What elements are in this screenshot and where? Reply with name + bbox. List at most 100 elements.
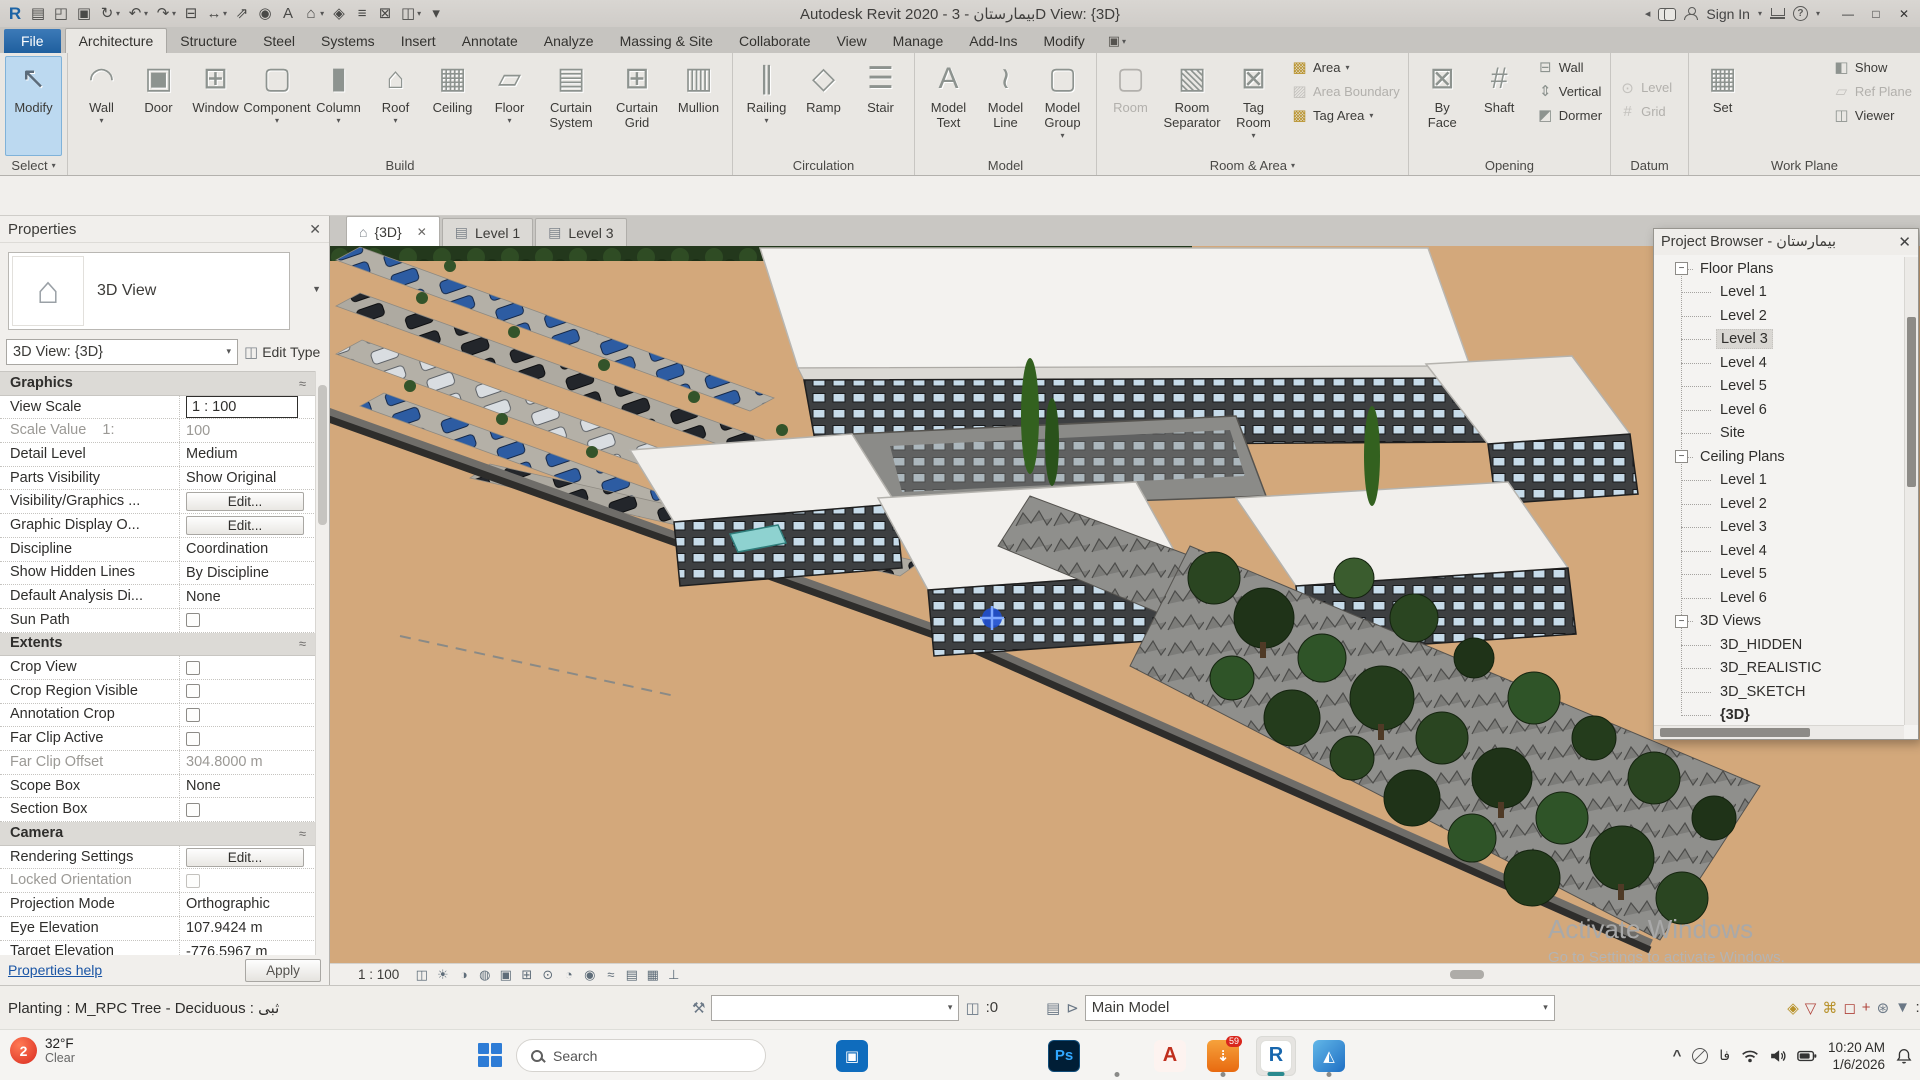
help-icon[interactable]: ? bbox=[1793, 6, 1808, 21]
collapse-search-icon[interactable]: ◂ bbox=[1645, 7, 1651, 20]
notification-bell-icon[interactable] bbox=[1896, 1048, 1912, 1064]
floor-button[interactable]: ▱ Floor ▾ bbox=[481, 56, 538, 156]
property-row[interactable]: Section Box bbox=[0, 798, 316, 822]
modify-button[interactable]: ↖ Modify ▾ bbox=[5, 56, 62, 156]
constraints-icon[interactable]: ⊥ bbox=[663, 966, 684, 984]
component-button[interactable]: ▢ Component ▾ bbox=[244, 56, 310, 156]
properties-close-icon[interactable]: ✕ bbox=[309, 221, 321, 238]
dormer-button[interactable]: ◩ Dormer ▾ bbox=[1533, 104, 1606, 126]
browser-hscrollbar[interactable] bbox=[1654, 725, 1904, 739]
tag-area-button[interactable]: ▩ Tag Area ▾ bbox=[1287, 104, 1404, 126]
tab-architecture[interactable]: Architecture bbox=[65, 28, 168, 53]
item-cp-level-4[interactable]: − Level 4 bbox=[1654, 539, 1904, 563]
select-underlay-icon[interactable]: ▽ bbox=[1805, 999, 1817, 1017]
viewer-button[interactable]: ◫ Viewer ▾ bbox=[1829, 104, 1916, 126]
wifi-icon[interactable] bbox=[1741, 1049, 1759, 1063]
search-icon[interactable] bbox=[1658, 8, 1676, 20]
close-view-icon[interactable]: ✕ bbox=[417, 225, 427, 239]
item-cp-level-6[interactable]: − Level 6 bbox=[1654, 586, 1904, 610]
aligned-dimension-icon[interactable]: ⇗ ▾ bbox=[231, 4, 253, 24]
tab-modify[interactable]: Modify bbox=[1031, 29, 1098, 53]
hidden-icons-chevron[interactable]: ^ bbox=[1673, 1047, 1682, 1064]
grid-button[interactable]: # Grid ▾ bbox=[1615, 101, 1684, 122]
checkbox[interactable] bbox=[186, 732, 200, 746]
chrome-icon[interactable] bbox=[885, 1036, 925, 1076]
select-by-face-icon[interactable]: ◻ bbox=[1843, 999, 1855, 1017]
battery-icon[interactable] bbox=[1797, 1050, 1817, 1062]
wall-opening-button[interactable]: ⊟ Wall ▾ bbox=[1533, 56, 1606, 78]
tab-collaborate[interactable]: Collaborate bbox=[726, 29, 824, 53]
account-icon[interactable] bbox=[1684, 7, 1698, 20]
start-button[interactable] bbox=[478, 1043, 503, 1068]
node-floor-plans[interactable]: − Floor Plans bbox=[1654, 257, 1904, 281]
default-3d-view-icon[interactable]: ⌂ ▾ bbox=[300, 4, 327, 24]
collapse-icon[interactable]: − bbox=[1675, 262, 1688, 275]
type-selector[interactable]: ⌂ 3D View bbox=[8, 252, 290, 330]
properties-scrollbar[interactable] bbox=[315, 371, 329, 955]
maximize-button[interactable]: □ bbox=[1862, 1, 1890, 26]
volume-icon[interactable] bbox=[1770, 1049, 1786, 1063]
tab-manage[interactable]: Manage bbox=[880, 29, 957, 53]
design-options-icon[interactable]: ▤ bbox=[1046, 999, 1060, 1017]
microsoft-store-icon[interactable]: ▣ bbox=[832, 1036, 872, 1076]
property-row[interactable]: View Scale 1 : 100 1 : 100 bbox=[0, 396, 316, 420]
property-row[interactable]: Locked Orientation bbox=[0, 869, 316, 893]
checkbox[interactable] bbox=[186, 661, 200, 675]
crop-view-icon[interactable]: ▣ bbox=[495, 966, 516, 984]
node-3d-views[interactable]: − 3D Views bbox=[1654, 610, 1904, 634]
level-button[interactable]: ⊙ Level ▾ bbox=[1615, 77, 1684, 99]
section-icon[interactable]: ◈ ▾ bbox=[328, 4, 350, 24]
text-icon[interactable]: A ▾ bbox=[277, 4, 299, 24]
revit-taskbar-icon[interactable]: R bbox=[1256, 1036, 1296, 1076]
shadows-icon[interactable]: ◑ bbox=[453, 966, 474, 984]
checkbox[interactable] bbox=[186, 708, 200, 722]
active-workset-combo[interactable]: ▾ bbox=[711, 995, 959, 1021]
property-row[interactable]: Crop View bbox=[0, 656, 316, 680]
type-selector-dropdown-icon[interactable]: ▼ bbox=[312, 284, 321, 294]
collapse-icon[interactable]: − bbox=[1675, 615, 1688, 628]
tab-annotate[interactable]: Annotate bbox=[449, 29, 531, 53]
checkbox[interactable] bbox=[186, 684, 200, 698]
model-line-button[interactable]: ≀ Model Line ▾ bbox=[977, 56, 1034, 156]
browser-vscrollbar[interactable] bbox=[1904, 257, 1918, 725]
tab-addins[interactable]: Add-Ins bbox=[956, 29, 1030, 53]
property-row[interactable]: Show Hidden Lines By Discipline By Disci… bbox=[0, 562, 316, 586]
property-row[interactable]: Rendering Settings Edit... Edit... bbox=[0, 846, 316, 870]
property-row[interactable]: Target Elevation -776.5967 m -776.5967 m bbox=[0, 941, 316, 956]
undo-icon[interactable]: ↶ ▾ bbox=[124, 4, 151, 24]
apply-button[interactable]: Apply bbox=[245, 959, 321, 982]
visual-style-icon[interactable]: ◫ bbox=[411, 966, 432, 984]
item-3d-sketch[interactable]: − 3D_SKETCH bbox=[1654, 680, 1904, 704]
room-separator-button[interactable]: ▧ Room Separator ▾ bbox=[1159, 56, 1225, 156]
worksharing-display-icon[interactable]: ≈ bbox=[600, 966, 621, 984]
property-row[interactable]: Far Clip Offset 304.8000 m 304.8000 m bbox=[0, 751, 316, 775]
checkbox[interactable] bbox=[186, 874, 200, 888]
property-row[interactable]: Far Clip Active bbox=[0, 727, 316, 751]
tab-insert[interactable]: Insert bbox=[388, 29, 449, 53]
customize-qat-icon[interactable]: ▾ ▾ bbox=[425, 4, 447, 24]
node-ceiling-plans[interactable]: − Ceiling Plans bbox=[1654, 445, 1904, 469]
property-row[interactable]: Default Analysis Di... None None bbox=[0, 585, 316, 609]
canvas-hscrollbar[interactable] bbox=[690, 968, 1916, 982]
sun-path-icon[interactable]: ☀ bbox=[432, 966, 453, 984]
item-cp-level-3[interactable]: − Level 3 bbox=[1654, 516, 1904, 540]
edge-icon[interactable] bbox=[991, 1036, 1031, 1076]
room-button[interactable]: ▢ Room ▾ bbox=[1102, 56, 1159, 156]
property-row[interactable]: Visibility/Graphics ... Edit... Edit... bbox=[0, 490, 316, 514]
do-not-disturb-icon[interactable] bbox=[1692, 1048, 1708, 1064]
select-pinned-icon[interactable]: ⌘ bbox=[1822, 999, 1837, 1017]
lock-orientation-icon[interactable]: ⊙ bbox=[537, 966, 558, 984]
property-row[interactable]: Scale Value 1: 100 100 bbox=[0, 419, 316, 443]
property-row[interactable]: Graphics bbox=[0, 372, 316, 396]
ceiling-button[interactable]: ▦ Ceiling ▾ bbox=[424, 56, 481, 156]
rendering-dialog-icon[interactable]: ◍ bbox=[474, 966, 495, 984]
property-row[interactable]: Eye Elevation 107.9424 m 107.9424 m bbox=[0, 917, 316, 941]
open-icon[interactable]: ◰ ▾ bbox=[50, 4, 72, 24]
tab-view[interactable]: View bbox=[824, 29, 880, 53]
property-row[interactable]: Scope Box None None bbox=[0, 775, 316, 799]
design-options-combo[interactable]: Main Model ▾ bbox=[1085, 995, 1555, 1021]
property-row[interactable]: Camera bbox=[0, 822, 316, 846]
property-row[interactable]: Sun Path bbox=[0, 609, 316, 633]
show-work-plane-button[interactable]: ◧ Show ▾ bbox=[1829, 56, 1916, 78]
edit-button[interactable]: Edit... bbox=[186, 516, 304, 535]
